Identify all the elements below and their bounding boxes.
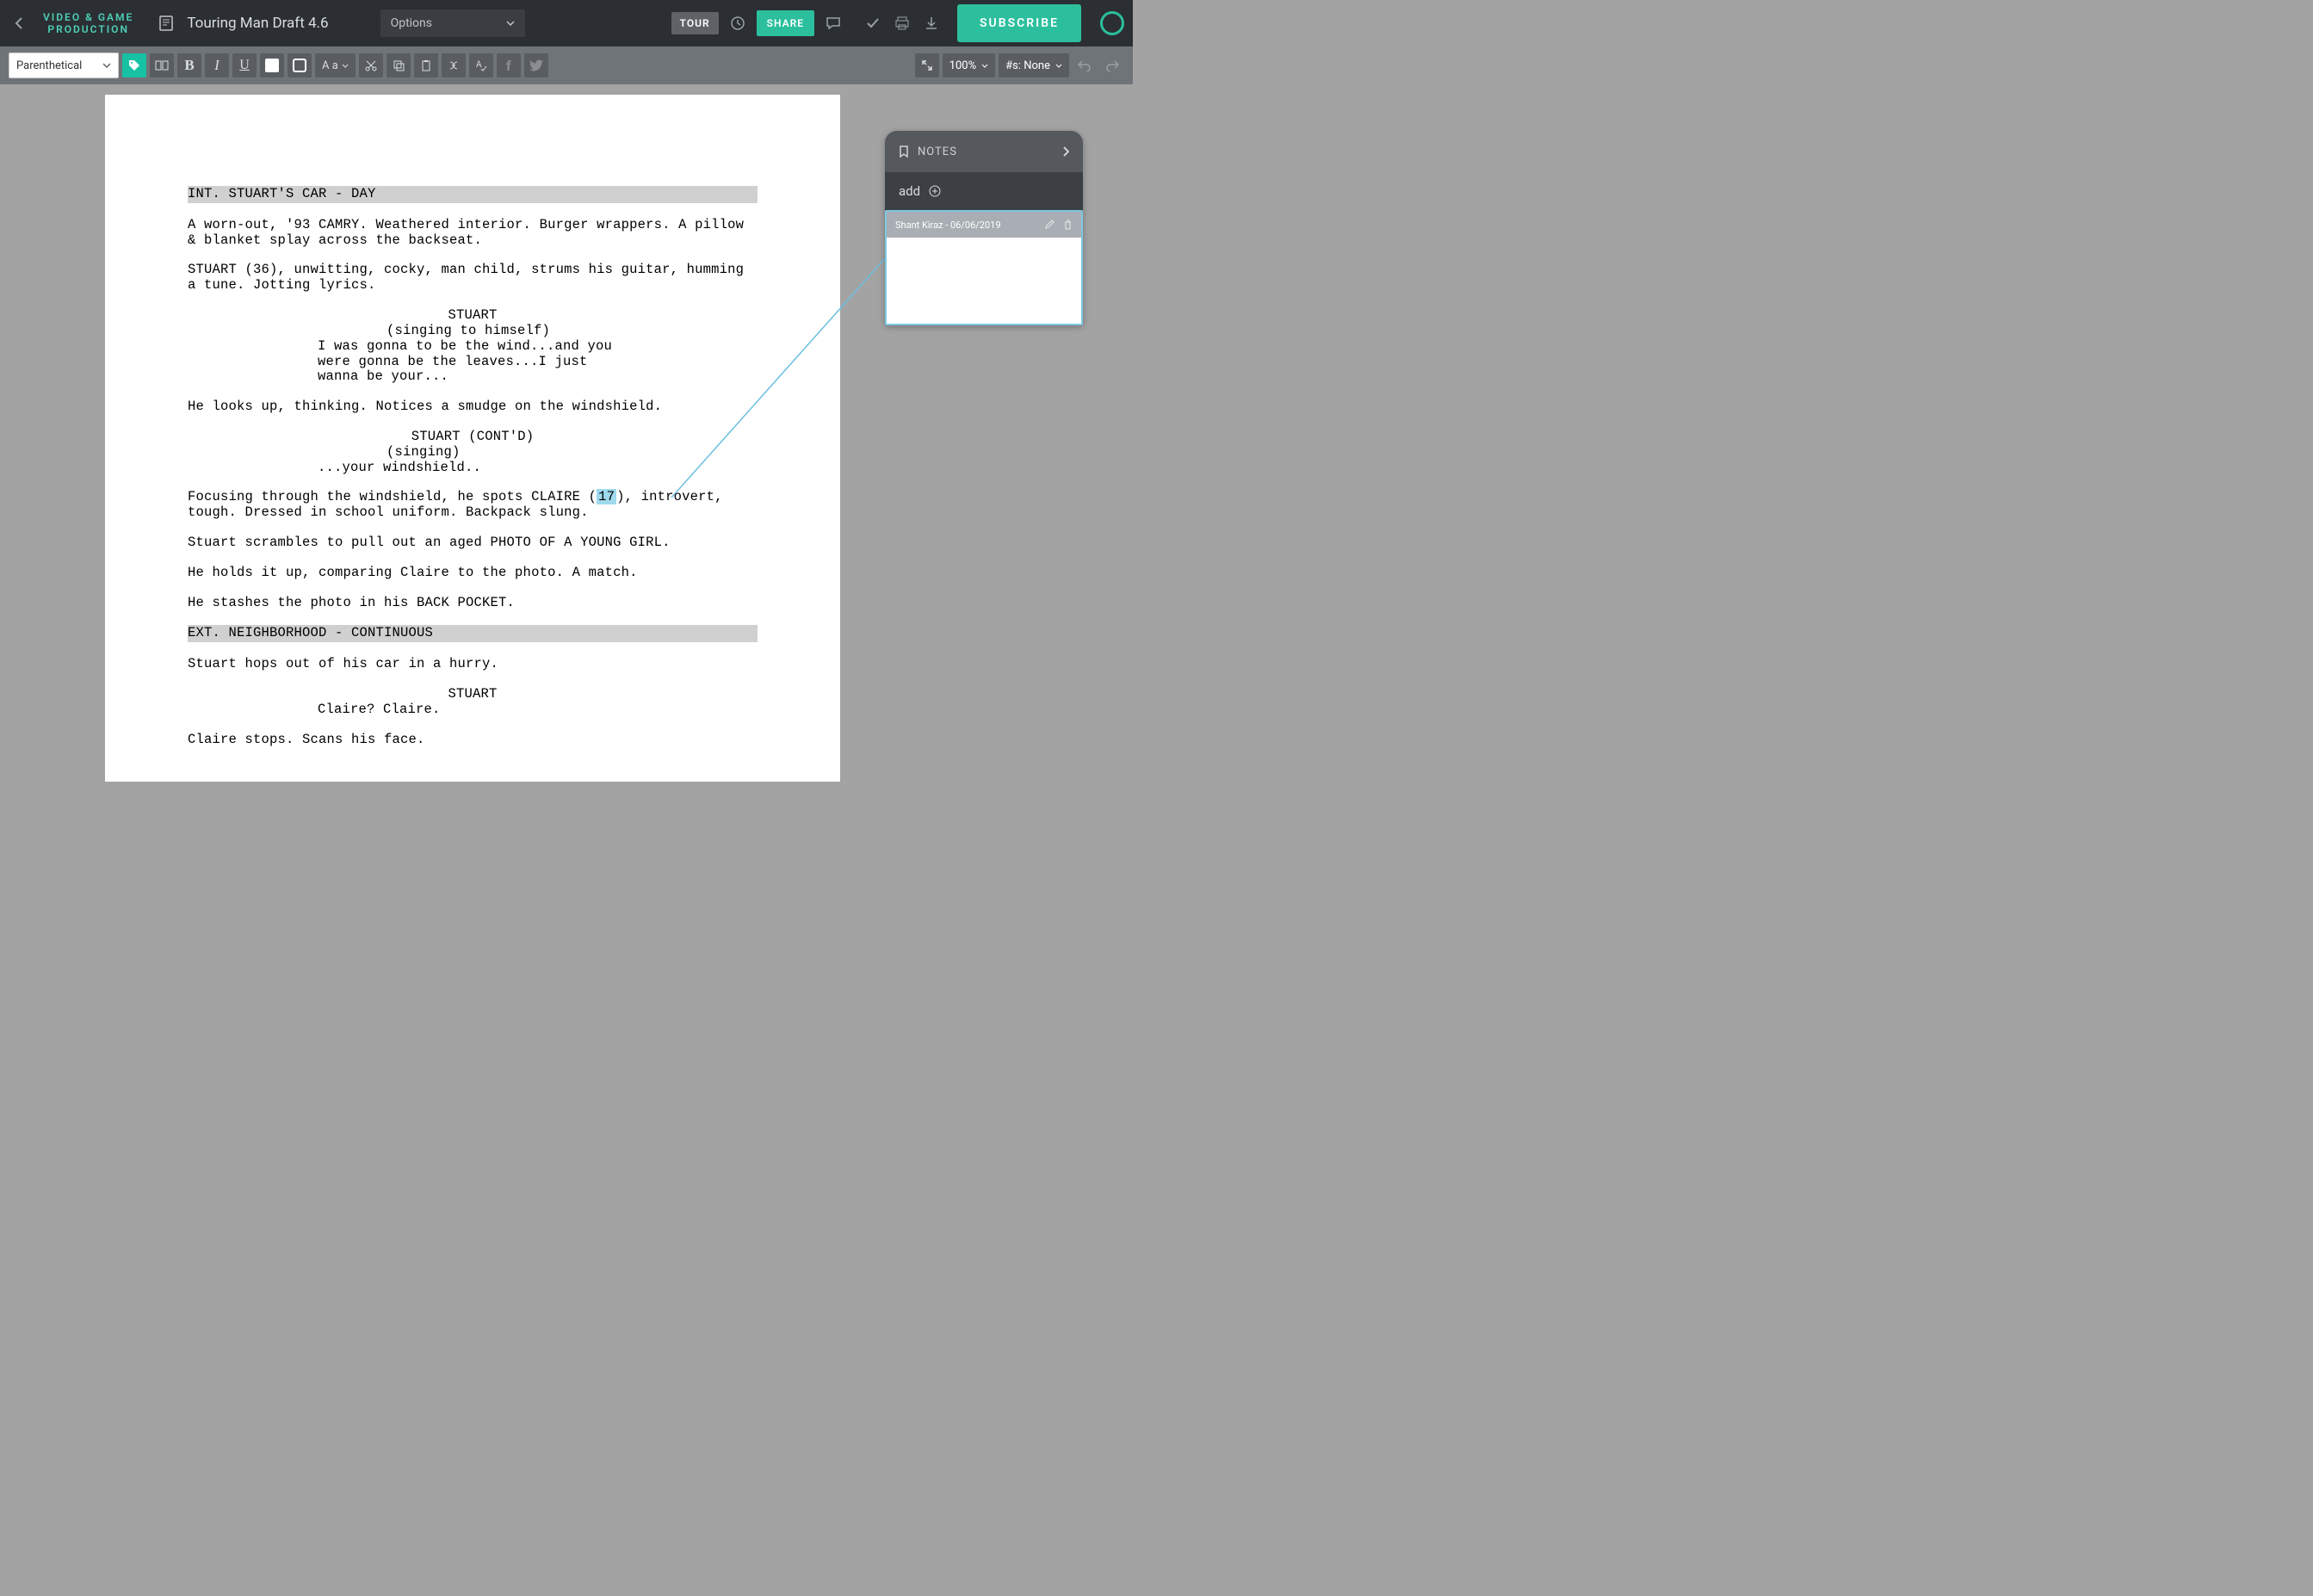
history-icon[interactable]	[727, 15, 748, 31]
download-icon[interactable]	[921, 15, 942, 31]
action-text[interactable]: Stuart scrambles to pull out an aged PHO…	[188, 535, 758, 551]
action-text[interactable]: Focusing through the windshield, he spot…	[188, 490, 758, 521]
chevron-down-icon	[342, 64, 349, 68]
action-text[interactable]: He holds it up, comparing Claire to the …	[188, 566, 758, 581]
character-name[interactable]: STUART (CONT'D)	[300, 430, 645, 445]
dialogue[interactable]: Claire? Claire.	[318, 702, 628, 718]
dialogue[interactable]: I was gonna to be the wind...and you wer…	[318, 339, 628, 385]
tour-button[interactable]: TOUR	[671, 12, 719, 34]
tag-tool-button[interactable]	[122, 53, 146, 77]
note-anchor[interactable]: 17	[597, 489, 616, 504]
print-icon[interactable]	[892, 15, 912, 31]
note-author-date: Shant Kiraz - 06/06/2019	[895, 220, 1001, 231]
underline-button[interactable]: U	[232, 53, 257, 77]
script-page[interactable]: INT. STUART'S CAR - DAY A worn-out, '93 …	[105, 95, 840, 782]
chevron-right-icon	[1062, 146, 1069, 157]
action-text[interactable]: Claire stops. Scans his face.	[188, 733, 758, 748]
action-text[interactable]: He looks up, thinking. Notices a smudge …	[188, 399, 758, 415]
note-card-body[interactable]	[887, 238, 1081, 324]
delete-icon[interactable]	[1063, 220, 1073, 230]
plus-circle-icon	[929, 185, 941, 197]
redo-button[interactable]	[1100, 53, 1124, 77]
zoom-dropdown[interactable]: 100%	[943, 53, 995, 77]
spellcheck-button[interactable]: A	[469, 53, 493, 77]
subscribe-button[interactable]: SUBSCRIBE	[957, 4, 1081, 42]
chevron-down-icon	[1055, 64, 1062, 68]
avatar[interactable]	[1100, 11, 1124, 35]
cut-button[interactable]	[359, 53, 383, 77]
check-icon[interactable]	[863, 15, 883, 31]
chevron-down-icon	[981, 64, 988, 68]
twitter-share-button[interactable]	[524, 53, 548, 77]
character-name[interactable]: STUART	[300, 687, 645, 702]
chevron-left-icon	[15, 16, 23, 30]
share-button[interactable]: SHARE	[757, 10, 814, 36]
find-replace-button[interactable]	[442, 53, 466, 77]
dual-dialog-button[interactable]	[150, 53, 174, 77]
add-note-button[interactable]: add	[885, 172, 1083, 210]
text-color-button[interactable]	[288, 53, 312, 77]
text-case-button[interactable]: A a	[315, 53, 356, 77]
back-button[interactable]	[9, 13, 29, 34]
editor-workspace: INT. STUART'S CAR - DAY A worn-out, '93 …	[0, 84, 1133, 782]
document-title: Touring Man Draft 4.6	[187, 15, 328, 32]
comment-icon[interactable]	[823, 15, 844, 31]
dialogue[interactable]: ...your windshield..	[318, 461, 628, 476]
options-dropdown[interactable]: Options	[380, 9, 525, 37]
action-text[interactable]: A worn-out, '93 CAMRY. Weathered interio…	[188, 218, 758, 249]
action-text[interactable]: STUART (36), unwitting, cocky, man child…	[188, 263, 758, 294]
chevron-down-icon	[506, 21, 515, 26]
note-card-header: Shant Kiraz - 06/06/2019	[887, 212, 1081, 238]
parenthetical[interactable]: (singing)	[361, 445, 584, 461]
action-text[interactable]: He stashes the photo in his BACK POCKET.	[188, 596, 758, 611]
highlight-color-button[interactable]	[260, 53, 284, 77]
svg-text:A: A	[476, 60, 482, 70]
action-text[interactable]: Stuart hops out of his car in a hurry.	[188, 657, 758, 672]
bookmark-icon	[899, 145, 909, 158]
chevron-down-icon	[102, 63, 111, 68]
app-header: VIDEO & GAME PRODUCTION Touring Man Draf…	[0, 0, 1133, 46]
italic-button[interactable]: I	[205, 53, 229, 77]
document-icon	[159, 15, 173, 31]
copy-button[interactable]	[387, 53, 411, 77]
element-type-dropdown[interactable]: Parenthetical	[9, 53, 119, 78]
paste-button[interactable]	[414, 53, 438, 77]
format-toolbar: Parenthetical B I U A a A	[0, 46, 1133, 84]
notes-panel: NOTES add Shant Kiraz - 06/06/2019	[885, 131, 1083, 325]
note-card[interactable]: Shant Kiraz - 06/06/2019	[885, 210, 1083, 325]
facebook-share-button[interactable]: f	[497, 53, 521, 77]
scene-heading[interactable]: EXT. NEIGHBORHOOD - CONTINUOUS	[188, 625, 758, 642]
undo-button[interactable]	[1073, 53, 1097, 77]
fullscreen-button[interactable]	[915, 53, 939, 77]
scene-heading[interactable]: INT. STUART'S CAR - DAY	[188, 186, 758, 203]
brand-label: VIDEO & GAME PRODUCTION	[43, 11, 133, 36]
notes-panel-header[interactable]: NOTES	[885, 131, 1083, 172]
parenthetical[interactable]: (singing to himself)	[361, 324, 584, 339]
edit-icon[interactable]	[1044, 220, 1054, 230]
scene-numbering-dropdown[interactable]: #s: None	[999, 53, 1069, 77]
bold-button[interactable]: B	[177, 53, 201, 77]
character-name[interactable]: STUART	[300, 308, 645, 324]
